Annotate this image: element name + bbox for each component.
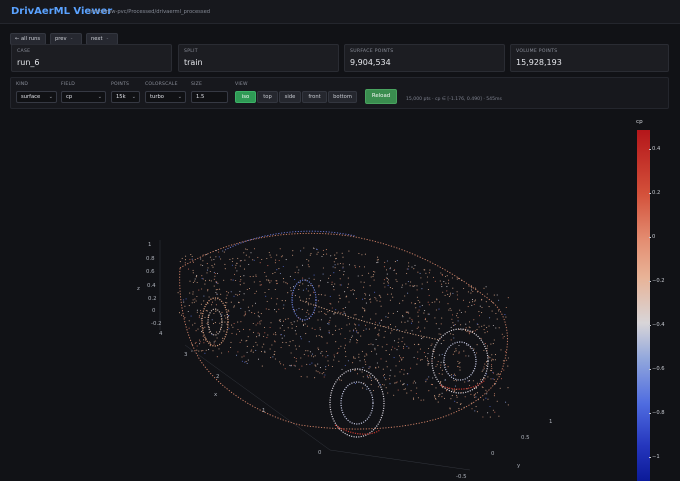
y-axis-ticks: 1 0.5 0 -0.5 y — [456, 419, 552, 480]
surface-points-label: SURFACE POINTS — [350, 49, 394, 54]
point-cloud-plot[interactable]: 1 0.8 0.6 0.4 0.2 0 -0.2 z 4 3 2 1 0 x 1… — [0, 112, 680, 481]
colorbar-tickmark — [649, 325, 651, 326]
axis-frame — [159, 240, 471, 471]
x-tick: 4 — [159, 331, 163, 337]
app-header: DrivAerML Viewer /mnt/nmw-pvc/Processed/… — [0, 0, 680, 24]
view-iso-button[interactable]: iso — [235, 91, 256, 103]
y-tick: 0.5 — [521, 435, 530, 441]
kind-select[interactable]: surface ⌄ — [16, 91, 57, 103]
z-tick: 0.8 — [146, 256, 155, 262]
z-tick: 0.4 — [147, 283, 156, 289]
next-label: next — [91, 36, 103, 42]
split-label: SPLIT — [184, 49, 198, 54]
z-tick: 0 — [152, 308, 156, 314]
field-select[interactable]: cp ⌄ — [61, 91, 106, 103]
kind-label: KIND — [16, 82, 29, 87]
case-value: run_6 — [17, 58, 40, 67]
colorbar-tick: −0.4 — [652, 322, 665, 328]
y-axis-line — [329, 449, 471, 471]
x-tick: 0 — [318, 450, 322, 456]
chevron-down-icon: ⌄ — [177, 94, 182, 100]
colorscale-select[interactable]: turbo ⌄ — [145, 91, 186, 103]
colorbar-tick: −0.8 — [652, 410, 665, 416]
chevron-down-icon: ⌄ — [48, 94, 53, 100]
prev-label: prev — [55, 36, 67, 42]
chevron-down-icon: ⌄ — [131, 94, 136, 100]
volume-points-card: VOLUME POINTS 15,928,193 — [510, 44, 669, 72]
y-axis-label: y — [517, 463, 521, 469]
y-tick: 0 — [491, 451, 495, 457]
case-label: CASE — [17, 49, 31, 54]
case-card: CASE run_6 — [11, 44, 172, 72]
volume-points-label: VOLUME POINTS — [516, 49, 558, 54]
x-tick: 1 — [262, 408, 265, 414]
size-input[interactable]: 1.5 — [191, 91, 228, 103]
colorbar-tickmark — [649, 457, 651, 458]
view-side-button[interactable]: side — [279, 91, 301, 103]
view-front-button[interactable]: front — [302, 91, 327, 103]
x-axis-ticks: 4 3 2 1 0 x — [159, 331, 322, 456]
view-bottom-button[interactable]: bottom — [328, 91, 357, 103]
x-axis-label: x — [214, 392, 218, 398]
split-card: SPLIT train — [178, 44, 339, 72]
chevron-down-icon: ⌄ — [97, 94, 102, 100]
front-left-wheel — [329, 368, 385, 438]
colorbar-tick: 0 — [652, 234, 656, 240]
z-tick: 1 — [148, 242, 151, 248]
x-tick: 3 — [184, 352, 187, 358]
car-outline — [179, 230, 508, 430]
colorbar-tick: −0.6 — [652, 366, 665, 372]
colorbar-tick: 0.4 — [652, 146, 661, 152]
z-axis-ticks: 1 0.8 0.6 0.4 0.2 0 -0.2 z — [137, 242, 162, 327]
z-tick: 0.2 — [148, 296, 157, 302]
colorbar — [637, 130, 650, 481]
render-stats: 15,000 pts · cp ∈ [-1.176, 0.490] · 545m… — [406, 97, 502, 102]
x-axis-line — [184, 344, 331, 451]
colorbar-tickmark — [649, 369, 651, 370]
colorbar-tick: −0.2 — [652, 278, 665, 284]
surface-points-value: 9,904,534 — [350, 58, 391, 67]
colorbar-tickmark — [649, 149, 651, 150]
volume-points-value: 15,928,193 — [516, 58, 562, 67]
z-axis-label: z — [137, 286, 140, 292]
reload-button[interactable]: Reload — [365, 89, 397, 104]
colorbar-tickmark — [649, 413, 651, 414]
colorscale-label: COLORSCALE — [145, 82, 178, 87]
colorbar-title: cp — [636, 119, 643, 125]
z-tick: -0.2 — [151, 321, 162, 327]
z-tick: 0.6 — [146, 269, 155, 275]
next-sep: - — [106, 36, 109, 42]
colorbar-tickmark — [649, 281, 651, 282]
surface-points-card: SURFACE POINTS 9,904,534 — [344, 44, 505, 72]
points-label: POINTS — [111, 82, 130, 87]
prev-sep: - — [70, 36, 73, 42]
x-tick: 2 — [216, 374, 219, 380]
wheels — [201, 279, 489, 438]
split-value: train — [184, 58, 203, 67]
data-path: /mnt/nmw-pvc/Processed/drivaerml_process… — [89, 9, 211, 15]
points-select[interactable]: 15k ⌄ — [111, 91, 140, 103]
colorbar-tick: −1 — [652, 454, 660, 460]
y-tick: 1 — [549, 419, 552, 425]
size-label: SIZE — [191, 82, 203, 87]
field-label: FIELD — [61, 82, 75, 87]
view-label: VIEW — [235, 82, 248, 87]
colorbar-tickmark — [649, 237, 651, 238]
colorbar-tickmark — [649, 193, 651, 194]
rear-right-wheel — [291, 279, 317, 321]
y-tick: -0.5 — [456, 474, 467, 480]
view-top-button[interactable]: top — [257, 91, 278, 103]
colorbar-tick: 0.2 — [652, 190, 661, 196]
